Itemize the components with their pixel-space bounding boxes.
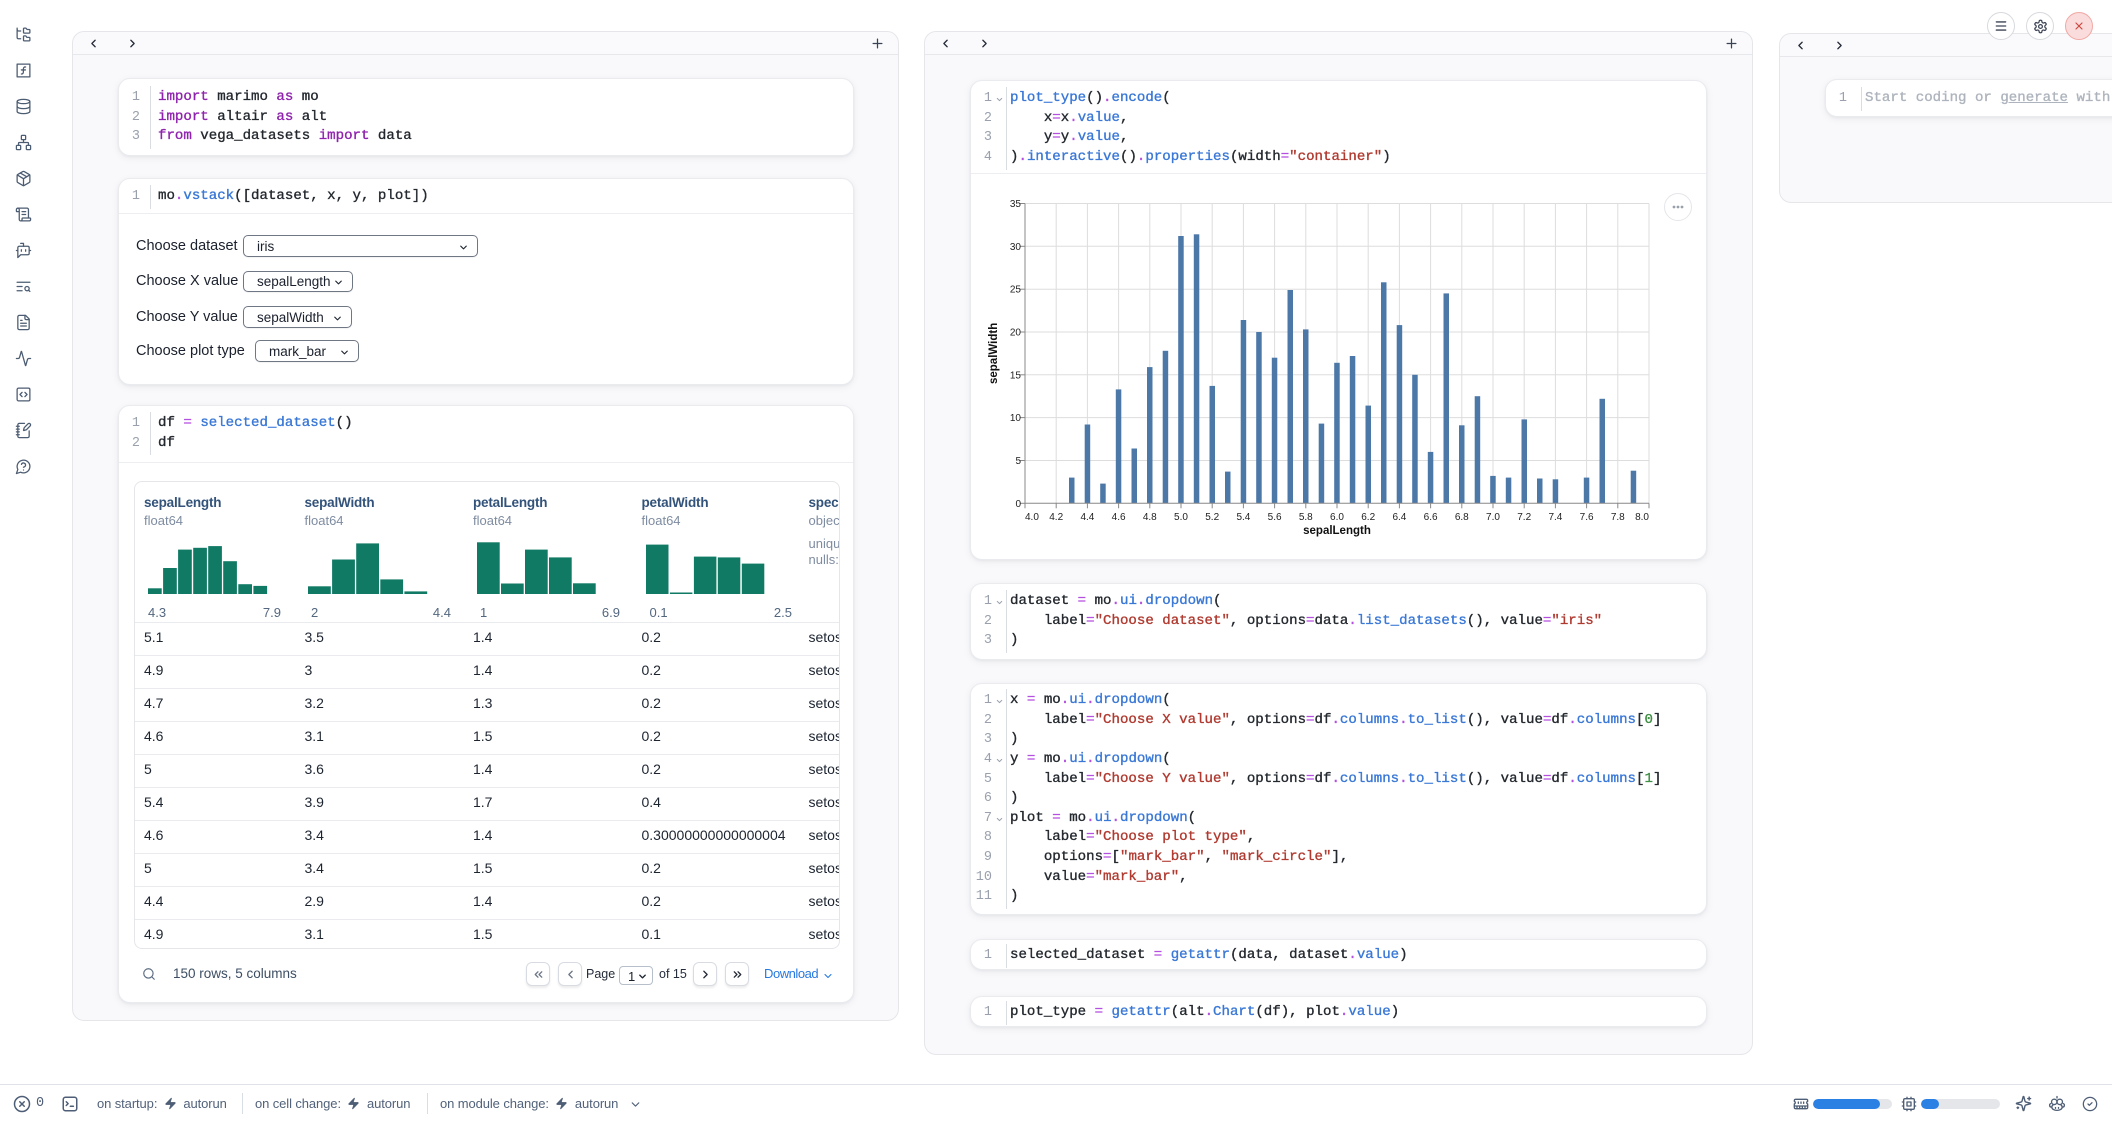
svg-text:0: 0 [1015, 499, 1021, 510]
svg-text:5: 5 [1015, 456, 1021, 467]
svg-text:6.2: 6.2 [1361, 512, 1375, 523]
svg-text:35: 35 [1010, 199, 1022, 210]
svg-text:sepalWidth: sepalWidth [988, 323, 1000, 384]
svg-text:15: 15 [1010, 370, 1022, 381]
svg-text:4.0: 4.0 [1025, 512, 1039, 523]
svg-text:4.6: 4.6 [1112, 512, 1126, 523]
svg-text:5.8: 5.8 [1299, 512, 1313, 523]
svg-text:7.0: 7.0 [1486, 512, 1500, 523]
svg-text:7.2: 7.2 [1517, 512, 1531, 523]
svg-text:5.2: 5.2 [1205, 512, 1219, 523]
svg-text:7.8: 7.8 [1611, 512, 1625, 523]
svg-text:7.4: 7.4 [1548, 512, 1562, 523]
svg-text:6.6: 6.6 [1424, 512, 1438, 523]
svg-text:4.8: 4.8 [1143, 512, 1157, 523]
svg-text:4.4: 4.4 [1080, 512, 1094, 523]
svg-text:5.0: 5.0 [1174, 512, 1188, 523]
svg-text:10: 10 [1010, 413, 1022, 424]
svg-text:25: 25 [1010, 285, 1022, 296]
svg-text:6.4: 6.4 [1392, 512, 1406, 523]
svg-text:7.6: 7.6 [1580, 512, 1594, 523]
svg-text:4.2: 4.2 [1049, 512, 1063, 523]
svg-text:sepalLength: sepalLength [1303, 525, 1371, 537]
svg-text:8.0: 8.0 [1635, 512, 1649, 523]
svg-text:6.0: 6.0 [1330, 512, 1344, 523]
svg-text:30: 30 [1010, 242, 1022, 253]
svg-text:20: 20 [1010, 328, 1022, 339]
svg-text:5.4: 5.4 [1236, 512, 1250, 523]
svg-text:6.8: 6.8 [1455, 512, 1469, 523]
svg-text:5.6: 5.6 [1268, 512, 1282, 523]
